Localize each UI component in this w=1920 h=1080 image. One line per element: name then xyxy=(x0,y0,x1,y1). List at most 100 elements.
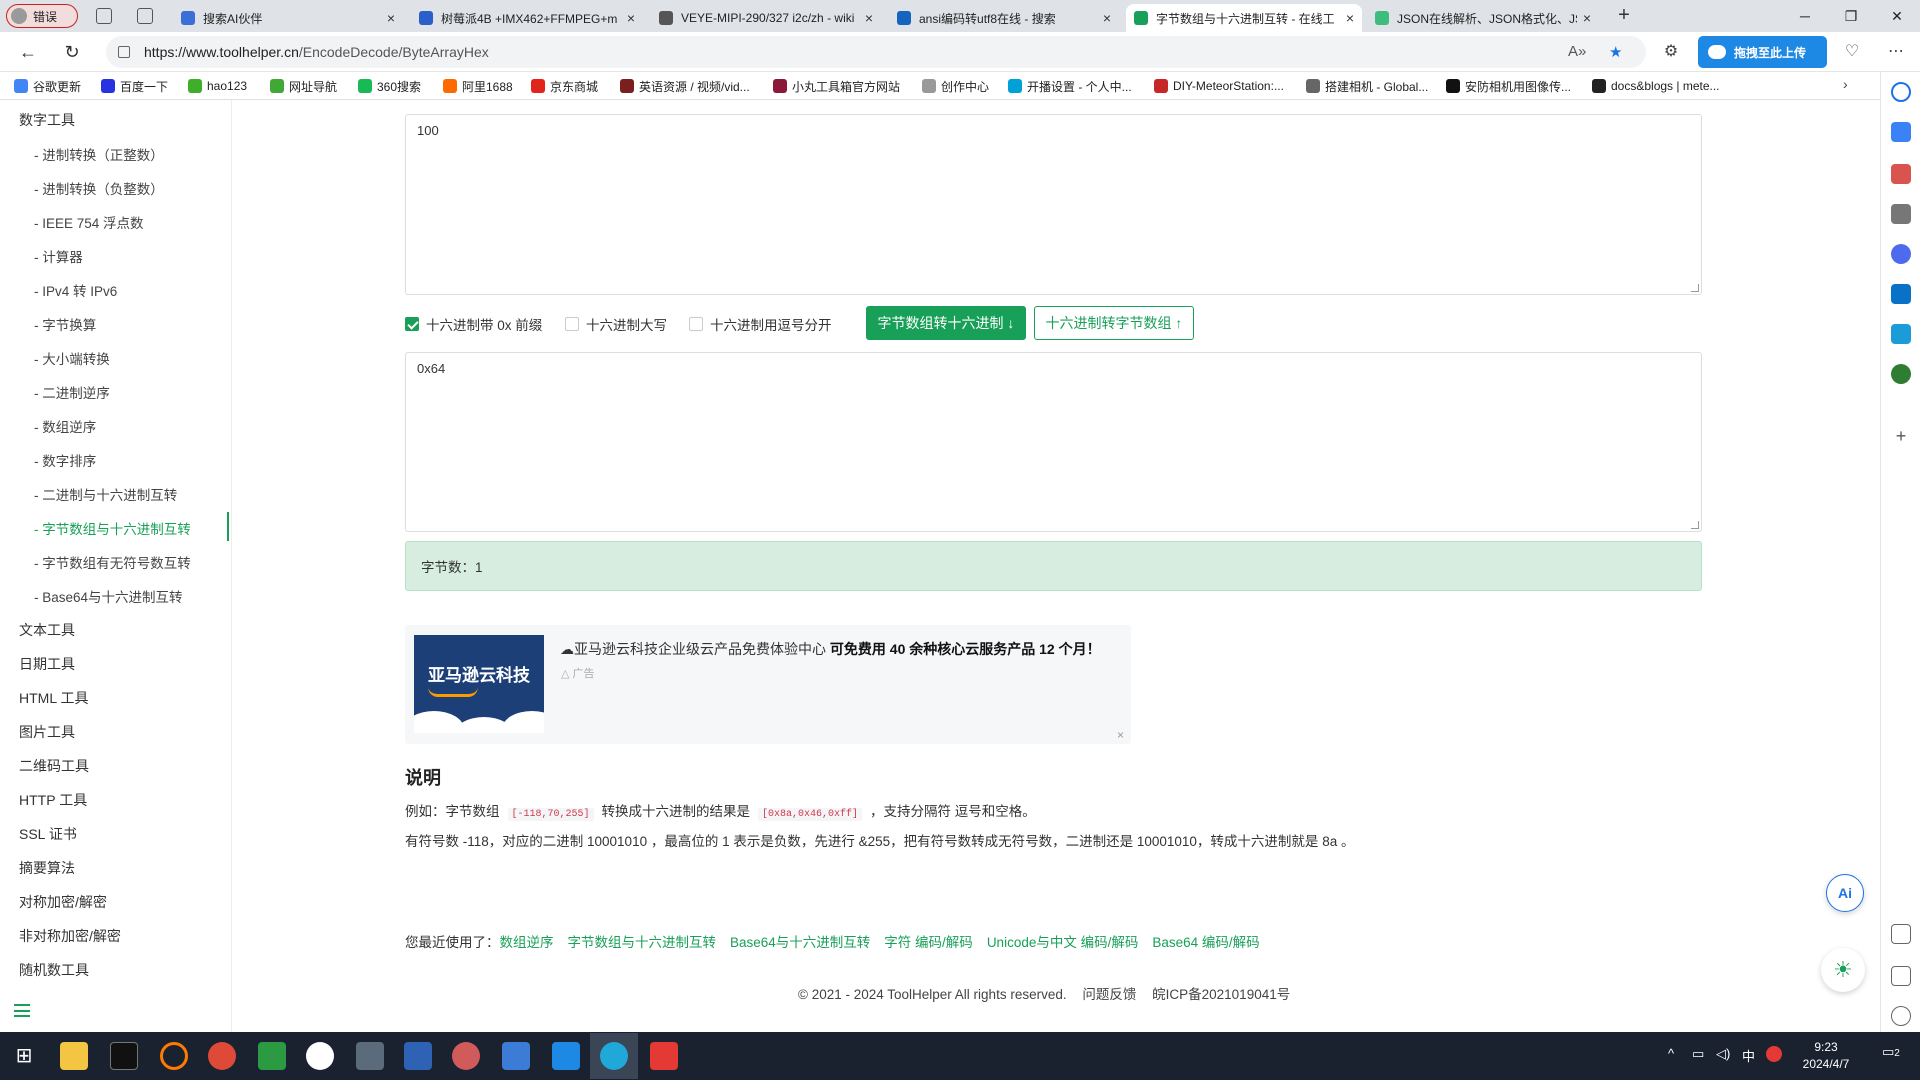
calculator-icon[interactable] xyxy=(356,1042,384,1070)
new-tab-button[interactable]: + xyxy=(1612,4,1636,28)
bookmark-item[interactable]: 阿里1688 xyxy=(443,76,513,96)
bookmark-item[interactable]: 小丸工具箱官方网站 xyxy=(773,76,900,96)
ai-assistant-button[interactable]: Ai xyxy=(1826,874,1864,912)
network-icon[interactable]: ▭ xyxy=(1692,1046,1704,1062)
bookmark-item[interactable]: 创作中心 xyxy=(922,76,989,96)
checkbox-comma-separated[interactable] xyxy=(689,317,703,331)
ime-indicator[interactable]: 中 xyxy=(1742,1046,1755,1065)
resize-handle[interactable] xyxy=(1691,284,1699,292)
advertisement[interactable]: 亚马逊云科技 ☁亚马逊云科技企业级云产品免费体验中心 可免费用 40 余种核心云… xyxy=(405,625,1131,744)
games-icon[interactable] xyxy=(1891,204,1911,224)
screenshot-icon[interactable] xyxy=(1891,924,1911,944)
tab-close-icon[interactable]: × xyxy=(1583,10,1591,26)
recent-tool-link[interactable]: 数组逆序 xyxy=(500,935,554,950)
drop-icon[interactable] xyxy=(1891,324,1911,344)
sidebar-item[interactable]: - 字节数组与十六进制互转 xyxy=(34,518,230,538)
bookmark-item[interactable]: 谷歌更新 xyxy=(14,76,81,96)
outlook-icon[interactable] xyxy=(1891,284,1911,304)
back-button[interactable]: ← xyxy=(16,40,40,64)
byte-array-input[interactable]: 100 xyxy=(405,114,1702,295)
terminal-icon[interactable] xyxy=(110,1042,138,1070)
sidebar-item[interactable]: - 二进制与十六进制互转 xyxy=(34,484,230,504)
recent-tool-link[interactable]: 字符 编码/解码 xyxy=(884,935,973,950)
performance-icon[interactable]: ♡ xyxy=(1840,40,1864,64)
bookmark-item[interactable]: 360搜索 xyxy=(358,76,421,96)
bookmark-item[interactable]: 搭建相机 - Global... xyxy=(1306,76,1428,96)
browser-tab[interactable]: 树莓派4B +IMX462+FFMPEG+m × xyxy=(411,4,643,32)
tools-icon[interactable] xyxy=(1891,164,1911,184)
address-bar[interactable]: https://www.toolhelper.cn /EncodeDecode/… xyxy=(106,36,1646,68)
browser-tab[interactable]: VEYE-MIPI-290/327 i2c/zh - wiki × xyxy=(651,4,881,32)
sidebar-category[interactable]: 图片工具 xyxy=(19,722,75,742)
tab-close-icon[interactable]: × xyxy=(865,10,873,26)
github-icon[interactable] xyxy=(306,1042,334,1070)
file-explorer-icon[interactable] xyxy=(60,1042,88,1070)
bookmark-item[interactable]: docs&blogs | mete... xyxy=(1592,76,1720,96)
recent-tool-link[interactable]: 字节数组与十六进制互转 xyxy=(568,935,717,950)
sidebar-item[interactable]: - 数字排序 xyxy=(34,450,230,470)
more-menu-icon[interactable]: ⋯ xyxy=(1884,40,1908,64)
sidebar-item[interactable]: - IEEE 754 浮点数 xyxy=(34,212,230,232)
sidebar-item[interactable]: - 进制转换（负整数） xyxy=(34,178,230,198)
option-uppercase[interactable]: 十六进制大写 xyxy=(565,314,667,334)
tray-app-icon[interactable] xyxy=(1766,1046,1782,1062)
sidebar-item[interactable]: - IPv4 转 IPv6 xyxy=(34,280,230,300)
sidebar-category[interactable]: HTTP 工具 xyxy=(19,790,87,810)
notification-icon[interactable]: ▭2 xyxy=(1882,1044,1900,1060)
bookmark-item[interactable]: hao123 xyxy=(188,76,247,96)
browser-tab[interactable]: 搜索AI伙伴 × xyxy=(173,4,403,32)
app-blue-icon[interactable] xyxy=(552,1042,580,1070)
refresh-button[interactable]: ↻ xyxy=(60,40,84,64)
sidebar-category[interactable]: 非对称加密/解密 xyxy=(19,926,121,946)
bytes-to-hex-button[interactable]: 字节数组转十六进制 ↓ xyxy=(866,306,1026,340)
profile-button[interactable]: 错误 xyxy=(6,4,78,28)
ad-image[interactable]: 亚马逊云科技 xyxy=(414,635,544,733)
upload-button[interactable]: 拖拽至此上传 xyxy=(1698,36,1827,68)
bookmark-item[interactable]: 安防相机用图像传... xyxy=(1446,76,1571,96)
workspaces-icon[interactable] xyxy=(96,8,112,24)
app-green-icon[interactable] xyxy=(258,1042,286,1070)
recent-tool-link[interactable]: Unicode与中文 编码/解码 xyxy=(987,935,1139,950)
hex-to-bytes-button[interactable]: 十六进制转字节数组 ↑ xyxy=(1034,306,1194,340)
bookmarks-overflow-icon[interactable]: › xyxy=(1843,76,1848,92)
option-comma-separated[interactable]: 十六进制用逗号分开 xyxy=(689,314,832,334)
recent-tool-link[interactable]: Base64 编码/解码 xyxy=(1152,935,1259,950)
edge-icon[interactable] xyxy=(600,1042,628,1070)
sidebar-category[interactable]: 文本工具 xyxy=(19,620,75,640)
bookmark-item[interactable]: 英语资源 / 视频/vid... xyxy=(620,76,750,96)
app-bird-icon[interactable] xyxy=(452,1042,480,1070)
option-0x-prefix[interactable]: 十六进制带 0x 前缀 xyxy=(405,314,542,334)
ad-close-icon[interactable]: × xyxy=(1117,728,1124,742)
sidebar-category-number-tools[interactable]: 数字工具 xyxy=(19,110,75,130)
clock[interactable]: 9:23 2024/4/7 xyxy=(1796,1039,1856,1073)
sidebar-category[interactable]: HTML 工具 xyxy=(19,688,88,708)
restore-button[interactable]: ❐ xyxy=(1828,0,1874,32)
sidebar-category[interactable]: SSL 证书 xyxy=(19,824,77,844)
checkbox-0x-prefix[interactable] xyxy=(405,317,419,331)
bookmark-item[interactable]: 京东商城 xyxy=(531,76,598,96)
read-aloud-icon[interactable]: A» xyxy=(1568,43,1586,60)
copilot-icon[interactable] xyxy=(1891,122,1911,142)
checkbox-uppercase[interactable] xyxy=(565,317,579,331)
footer-icp-link[interactable]: 皖ICP备2021019041号 xyxy=(1152,987,1290,1002)
favorite-star-icon[interactable]: ★ xyxy=(1609,43,1622,61)
browser-tab[interactable]: JSON在线解析、JSON格式化、JS × xyxy=(1367,4,1599,32)
footer-feedback-link[interactable]: 问题反馈 xyxy=(1082,987,1136,1002)
chrome-icon[interactable] xyxy=(208,1042,236,1070)
sidebar-item[interactable]: - 进制转换（正整数） xyxy=(34,144,230,164)
bookmark-item[interactable]: 网址导航 xyxy=(270,76,337,96)
microsoft365-icon[interactable] xyxy=(1891,244,1911,264)
remote-desktop-icon[interactable] xyxy=(502,1042,530,1070)
ad-title[interactable]: ☁亚马逊云科技企业级云产品免费体验中心 可免费用 40 余种核心云服务产品 12… xyxy=(560,639,1101,659)
theme-toggle-sun-icon[interactable]: ☀ xyxy=(1821,948,1865,992)
search-icon[interactable] xyxy=(1891,82,1911,102)
sidebar-item[interactable]: - Base64与十六进制互转 xyxy=(34,586,230,606)
minimize-button[interactable]: ─ xyxy=(1782,0,1828,32)
vertical-tabs-icon[interactable] xyxy=(137,8,153,24)
extensions-icon[interactable]: ⚙ xyxy=(1659,40,1683,64)
bookmark-item[interactable]: 开播设置 - 个人中... xyxy=(1008,76,1132,96)
sidebar-category[interactable]: 对称加密/解密 xyxy=(19,892,107,912)
sidebar-category[interactable]: 随机数工具 xyxy=(19,960,89,980)
tree-icon[interactable] xyxy=(1891,364,1911,384)
tab-close-icon[interactable]: × xyxy=(387,10,395,26)
